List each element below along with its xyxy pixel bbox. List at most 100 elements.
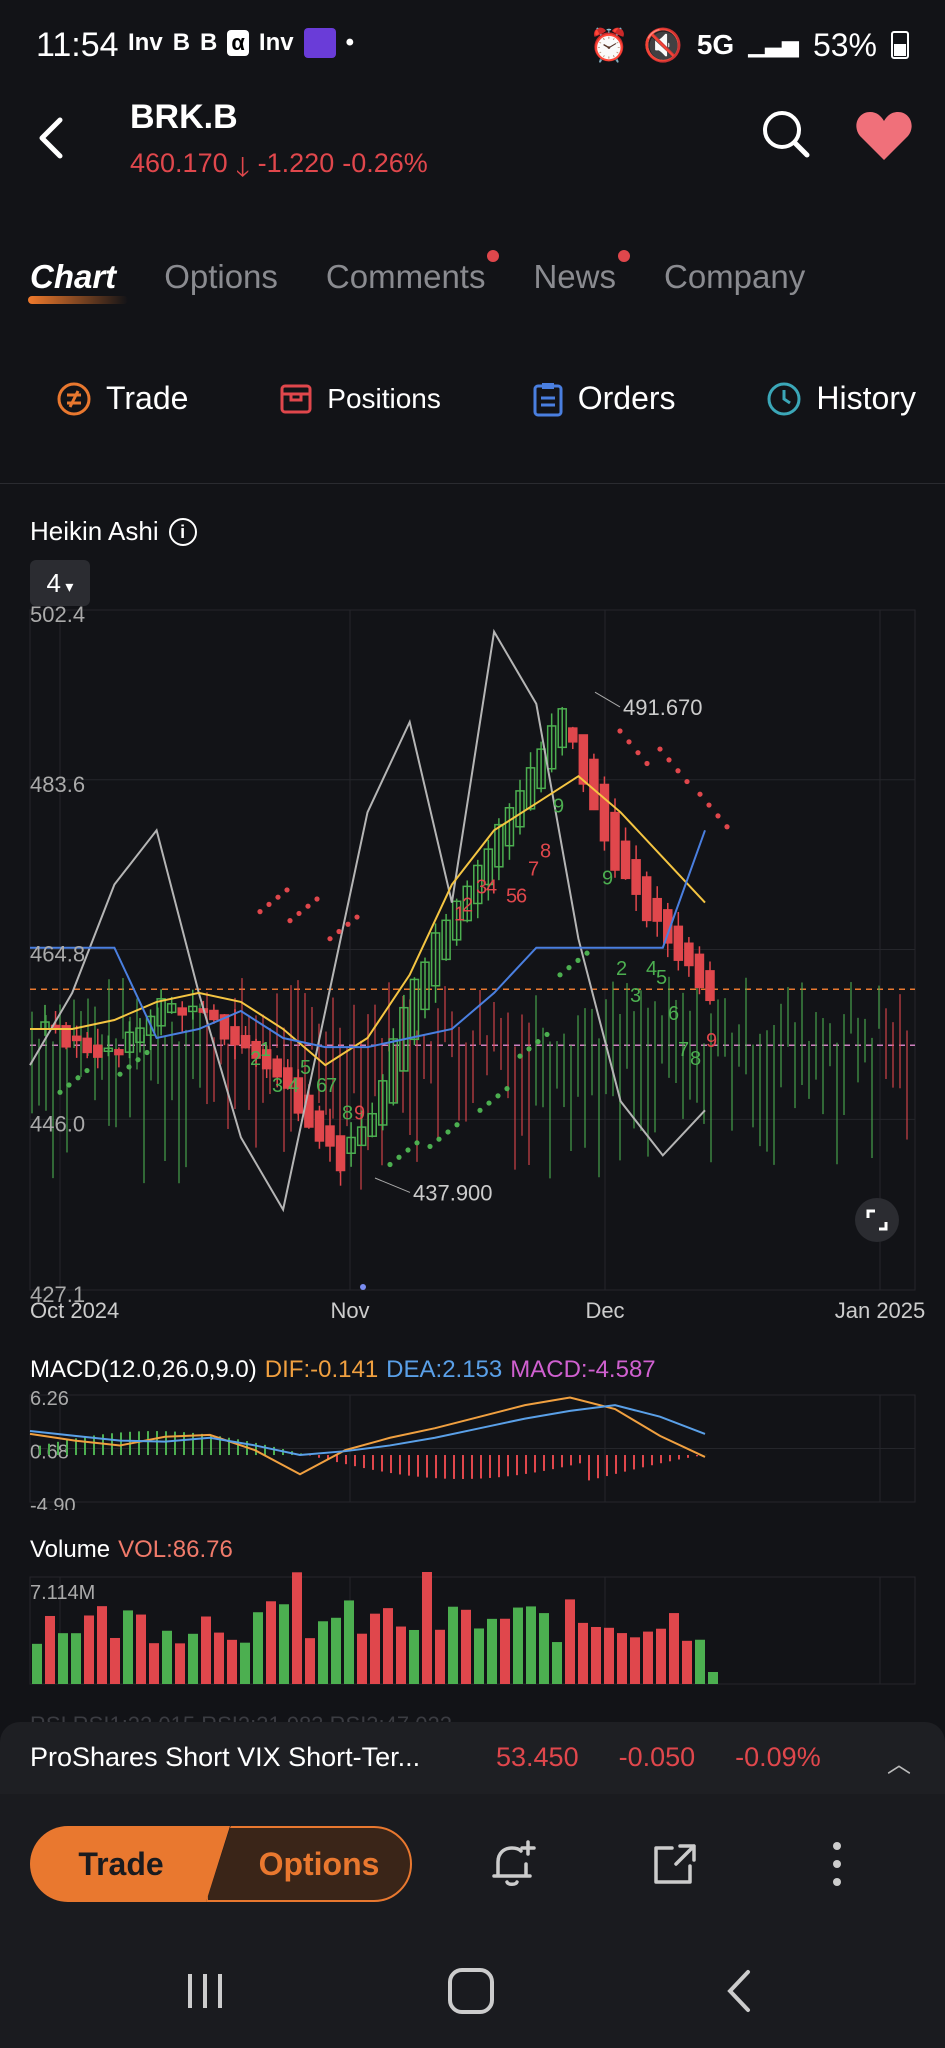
td-count-label: 7 bbox=[678, 1039, 689, 1061]
volume-bar bbox=[565, 1599, 575, 1684]
options-button[interactable]: Options bbox=[206, 1826, 412, 1902]
trade-action[interactable]: Trade bbox=[56, 380, 188, 417]
volume-bar bbox=[552, 1642, 562, 1684]
action-row: Trade Positions Orders History bbox=[56, 380, 916, 417]
td-count-label: 4 bbox=[486, 877, 497, 899]
dea-line bbox=[29, 1404, 706, 1457]
sar-dot bbox=[57, 1089, 63, 1095]
macd-dea: DEA:2.153 bbox=[386, 1356, 503, 1383]
macd-title: MACD(12.0,26.0,9.0) bbox=[30, 1356, 257, 1383]
y-axis-labels: 502.4483.6464.8446.0427.1 bbox=[30, 602, 85, 1307]
volume-bar bbox=[409, 1629, 419, 1684]
home-icon[interactable] bbox=[444, 1964, 498, 2018]
volume-header: Volume VOL:86.76 bbox=[30, 1536, 233, 1564]
candle-body bbox=[177, 1007, 187, 1016]
volume-bar bbox=[279, 1604, 289, 1684]
macd-dif: DIF:-0.141 bbox=[264, 1356, 379, 1383]
event-marker bbox=[360, 1284, 366, 1290]
candle-body bbox=[93, 1044, 103, 1058]
tab-news[interactable]: News bbox=[533, 250, 630, 296]
watchlist-button[interactable] bbox=[854, 110, 914, 164]
tab-chart[interactable]: Chart bbox=[27, 258, 129, 304]
mini-quote-change: -0.050 bbox=[618, 1742, 696, 1772]
chart-type-title[interactable]: Heikin Ashi i bbox=[30, 516, 197, 547]
x-tick-label: Jan 2025 bbox=[835, 1298, 926, 1320]
battery-icon bbox=[891, 31, 909, 59]
price-chart[interactable]: 502.4483.6464.8446.0427.1 Oct 2024 Nov Dec… bbox=[0, 600, 945, 1320]
more-vertical-icon[interactable] bbox=[822, 1838, 852, 1890]
status-time: 11:54 bbox=[36, 26, 119, 64]
sar-dot bbox=[454, 1122, 460, 1128]
td-count-label: 3 bbox=[272, 1075, 283, 1097]
y-tick-label: 446.0 bbox=[30, 1111, 85, 1136]
history-action[interactable]: History bbox=[766, 380, 916, 417]
sar-dot bbox=[517, 1053, 523, 1059]
system-icons: ⏰ 🔇 5G ▁▃▅ 53% bbox=[589, 26, 909, 64]
sar-dot bbox=[135, 1057, 141, 1063]
td-count-label: 6 bbox=[516, 886, 527, 908]
td-count-label: 8 bbox=[342, 1102, 353, 1124]
positions-icon bbox=[280, 384, 312, 413]
trade-button-label: Trade bbox=[78, 1845, 164, 1882]
x-tick-label: Oct 2024 bbox=[30, 1298, 119, 1320]
high-price-label: 491.670 bbox=[623, 695, 703, 720]
inv-icon: Inv bbox=[128, 29, 163, 56]
trade-button[interactable]: Trade bbox=[30, 1826, 230, 1902]
volume-bar bbox=[643, 1631, 653, 1684]
tab-options[interactable]: Options bbox=[164, 258, 278, 296]
volume-bar bbox=[240, 1642, 250, 1684]
tab-company[interactable]: Company bbox=[664, 258, 805, 296]
candle-body bbox=[641, 876, 652, 922]
mini-quote-values: 53.450 -0.050 -0.09% bbox=[496, 1742, 821, 1773]
volume-bar bbox=[97, 1606, 107, 1684]
macd-chart[interactable]: 6.260.68-4.90 bbox=[0, 1390, 945, 1510]
sar-dot bbox=[257, 909, 263, 915]
candle-body bbox=[694, 953, 705, 989]
macd-tick-label: -4.90 bbox=[30, 1495, 76, 1510]
volume-bar bbox=[253, 1612, 263, 1684]
mini-quote-bar[interactable]: ProShares Short VIX Short-Ter... 53.450 … bbox=[0, 1722, 945, 1794]
unread-dot bbox=[487, 250, 500, 262]
volume-bar bbox=[266, 1601, 276, 1684]
share-icon[interactable] bbox=[646, 1836, 702, 1892]
td-count-label: 4 bbox=[288, 1075, 299, 1097]
volume-bar bbox=[357, 1633, 367, 1684]
mini-quote-name: ProShares Short VIX Short-Ter... bbox=[30, 1742, 421, 1772]
orders-action[interactable]: Orders bbox=[532, 380, 676, 417]
volume-bar bbox=[45, 1615, 55, 1684]
volume-bar bbox=[617, 1633, 627, 1684]
add-alert-icon[interactable] bbox=[484, 1836, 540, 1892]
volume-bar bbox=[136, 1614, 146, 1684]
sar-dot bbox=[477, 1107, 483, 1113]
tab-comments[interactable]: Comments bbox=[326, 250, 500, 296]
mini-quote-change-pct: -0.09% bbox=[735, 1742, 821, 1772]
y-tick-label: 502.4 bbox=[30, 602, 85, 627]
low-leader-line bbox=[374, 1177, 411, 1193]
positions-action[interactable]: Positions bbox=[279, 380, 441, 417]
trade-label: Trade bbox=[106, 380, 189, 416]
info-icon[interactable]: i bbox=[168, 517, 197, 546]
mute-icon: 🔇 bbox=[642, 27, 683, 63]
back-button[interactable] bbox=[28, 108, 78, 168]
volume-bar bbox=[656, 1628, 666, 1684]
fullscreen-button[interactable] bbox=[855, 1198, 899, 1242]
divider bbox=[0, 483, 945, 484]
sar-dot bbox=[436, 1136, 442, 1142]
volume-bar bbox=[149, 1643, 159, 1684]
search-button[interactable] bbox=[760, 108, 812, 160]
volume-bar bbox=[487, 1618, 497, 1684]
back-nav-icon[interactable] bbox=[716, 1966, 766, 2016]
sar-dot bbox=[275, 894, 281, 900]
ticker-symbol: BRK.B bbox=[130, 98, 238, 136]
recent-apps-icon[interactable] bbox=[180, 1966, 230, 2016]
volume-chart[interactable]: 7.114M bbox=[0, 1572, 945, 1692]
chevron-up-icon[interactable]: ︿ bbox=[887, 1744, 911, 1779]
sar-dot bbox=[314, 896, 320, 902]
volume-bar bbox=[175, 1643, 185, 1684]
network-label: 5G bbox=[696, 29, 735, 60]
candle-body bbox=[71, 1035, 82, 1042]
chart-annotations: 491.670437.900123 45678 91234 56789234567 89… bbox=[250, 691, 717, 1290]
td-count-label: 8 bbox=[690, 1048, 701, 1070]
sar-dot bbox=[396, 1154, 402, 1160]
volume-bar bbox=[682, 1640, 692, 1684]
